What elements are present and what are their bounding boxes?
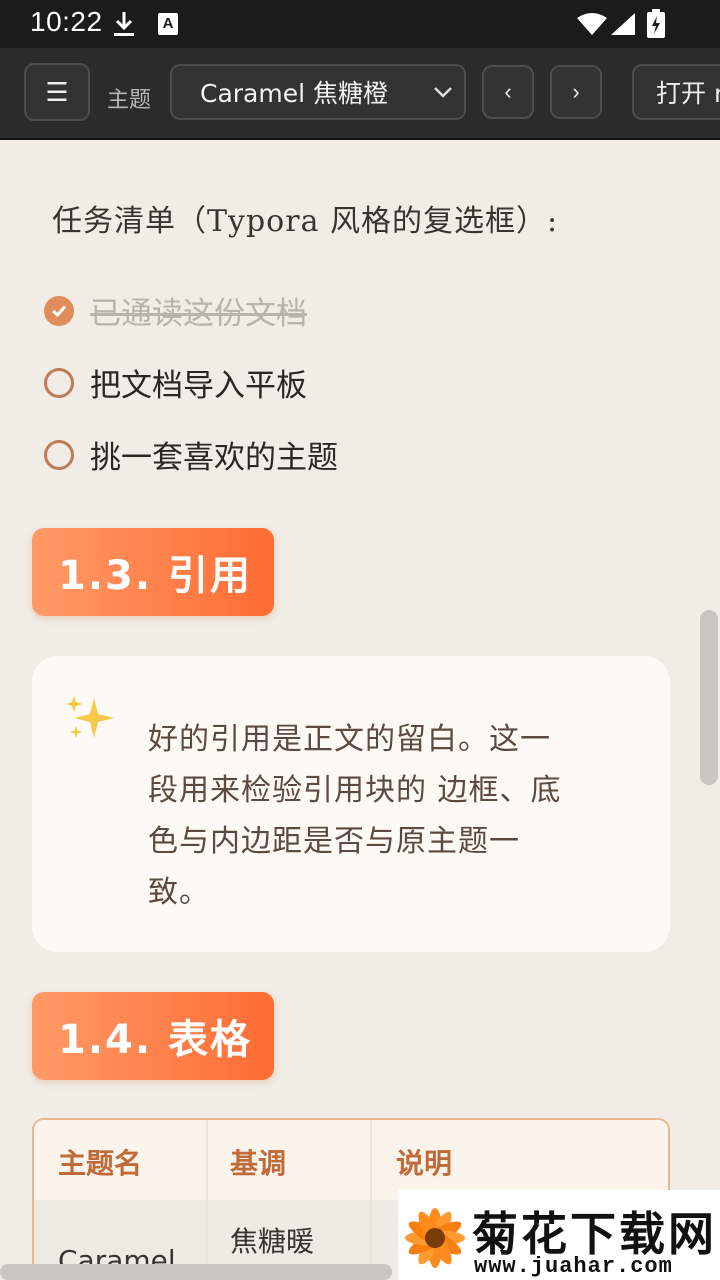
section-heading-table: 1.4. 表格 <box>32 992 274 1080</box>
chevron-right-icon: › <box>572 79 580 104</box>
section-heading-quote: 1.3. 引用 <box>32 528 274 616</box>
theme-label: 主题 <box>107 88 152 113</box>
sparkles-icon <box>64 692 116 748</box>
blockquote-text: 好的引用是正文的留白。这一 段用来检验引用块的 边框、底 色与内边距是否与原主题… <box>148 714 618 918</box>
theme-select-value: Caramel 焦糖橙 <box>200 79 389 108</box>
download-icon <box>112 10 136 43</box>
chevron-left-icon: ‹ <box>504 79 512 104</box>
checkbox-checked-icon[interactable] <box>44 295 74 326</box>
status-bar: 10:22 A <box>0 0 720 48</box>
blockquote: 好的引用是正文的留白。这一 段用来检验引用块的 边框、底 色与内边距是否与原主题… <box>32 656 670 952</box>
task-item[interactable]: 挑一套喜欢的主题 <box>44 432 338 477</box>
checkbox-unchecked-icon[interactable] <box>44 439 74 470</box>
next-theme-button[interactable]: › <box>550 65 602 119</box>
blockquote-line: 色与内边距是否与原主题一 <box>148 824 520 859</box>
task-list-title: 任务清单（Typora 风格的复选框）: <box>52 204 559 239</box>
watermark-url: www.juahar.com <box>474 1254 673 1279</box>
accessibility-a-icon: A <box>158 13 178 35</box>
checkbox-unchecked-icon[interactable] <box>44 367 74 398</box>
hamburger-icon: ☰ <box>45 76 69 107</box>
chevron-down-icon <box>432 80 454 109</box>
open-file-button[interactable]: 打开 m <box>632 64 720 120</box>
status-time: 10:22 <box>30 6 103 37</box>
table-header-cell: 说明 <box>396 1147 453 1180</box>
open-file-label: 打开 m <box>656 79 720 108</box>
table-header-cell: 主题名 <box>58 1147 143 1180</box>
theme-toolbar: ☰ 主题 Caramel 焦糖橙 ‹ › 打开 m <box>0 48 720 140</box>
previous-theme-button[interactable]: ‹ <box>482 65 534 119</box>
blockquote-line: 段用来检验引用块的 边框、底 <box>148 773 562 808</box>
table-divider <box>206 1120 208 1280</box>
signal-icon <box>610 12 636 41</box>
blockquote-line: 致。 <box>148 875 210 910</box>
task-item[interactable]: 把文档导入平板 <box>44 360 307 405</box>
theme-select[interactable]: Caramel 焦糖橙 <box>170 64 466 120</box>
task-label: 挑一套喜欢的主题 <box>90 440 338 476</box>
battery-charging-icon <box>646 9 666 44</box>
task-label: 把文档导入平板 <box>90 368 307 404</box>
document-content[interactable]: 任务清单（Typora 风格的复选框）: 已通读这份文档 把文档导入平板 挑一套… <box>0 140 720 1280</box>
table-cell: 焦糖暖 <box>230 1225 315 1258</box>
watermark: 菊花下载网 www.juahar.com <box>398 1190 720 1280</box>
table-divider <box>370 1120 372 1280</box>
horizontal-scrollbar[interactable] <box>0 1264 392 1280</box>
task-label: 已通读这份文档 <box>90 296 307 332</box>
task-item[interactable]: 已通读这份文档 <box>44 288 307 333</box>
flower-logo-icon <box>398 1196 472 1280</box>
blockquote-line: 好的引用是正文的留白。这一 <box>148 722 551 757</box>
menu-button[interactable]: ☰ <box>24 63 90 121</box>
table-header-row: 主题名 基调 说明 <box>34 1120 668 1200</box>
vertical-scrollbar[interactable] <box>700 610 718 785</box>
table-header-cell: 基调 <box>230 1147 287 1180</box>
wifi-icon <box>576 12 608 41</box>
